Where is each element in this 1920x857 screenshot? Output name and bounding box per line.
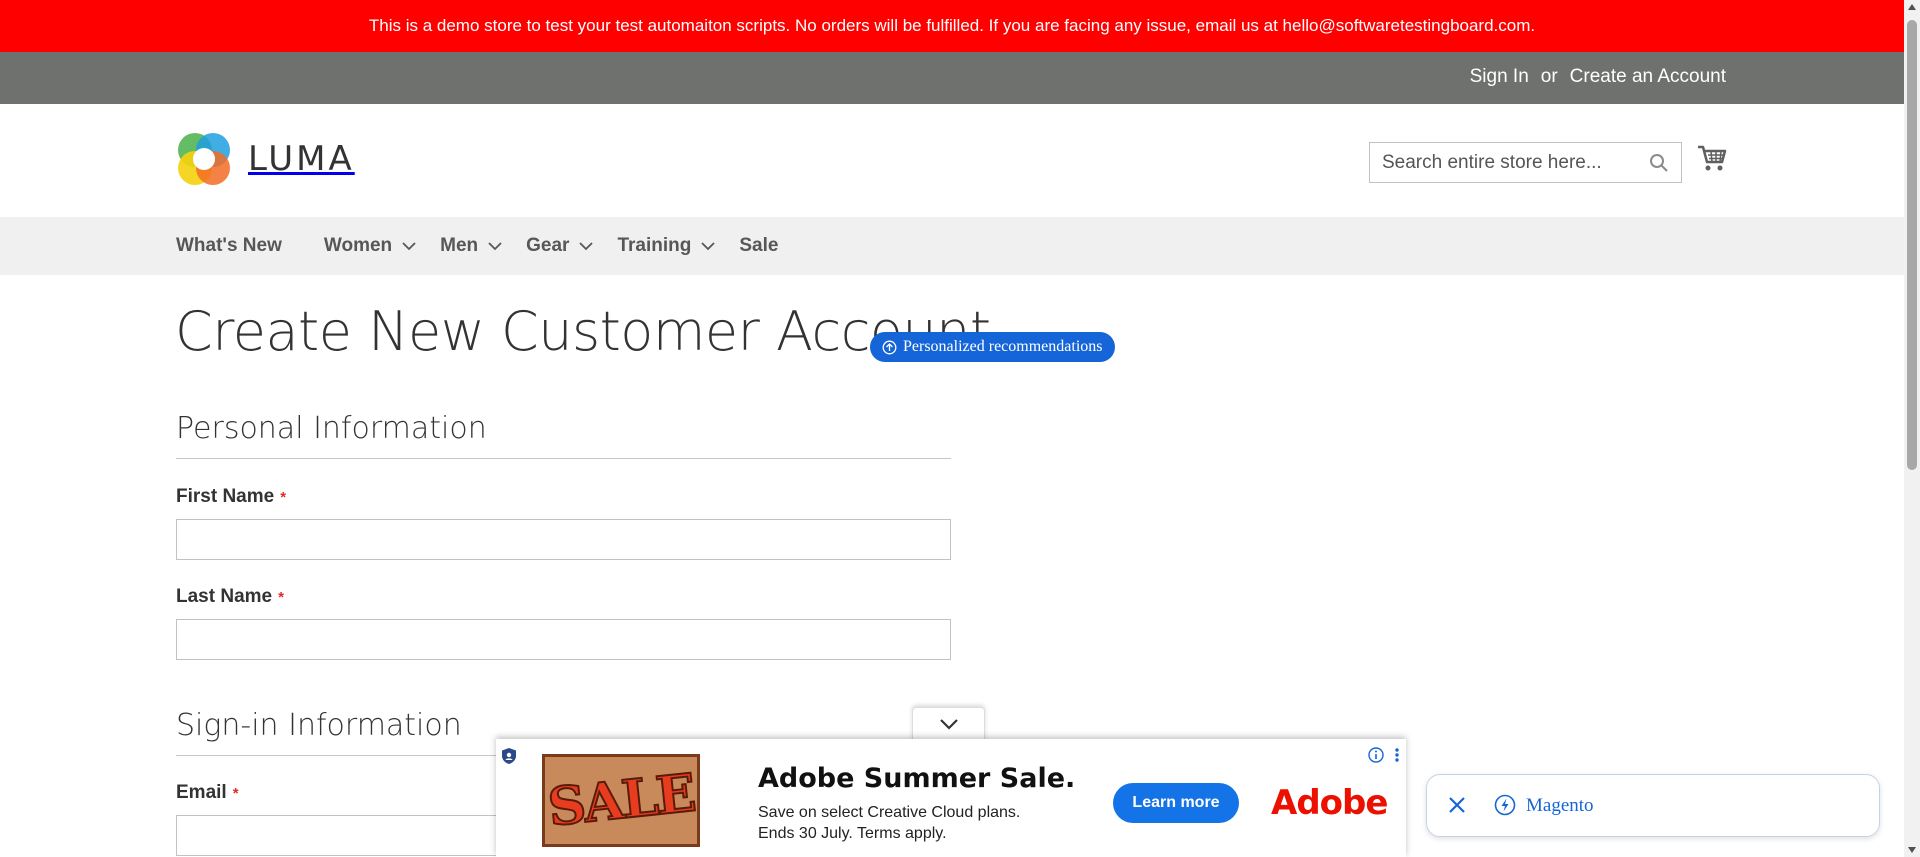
nav-item-training[interactable]: Training	[617, 235, 715, 257]
demo-banner-text: This is a demo store to test your test a…	[368, 16, 1536, 35]
magento-assistant-pill[interactable]: Magento	[1426, 774, 1880, 837]
chevron-down-icon	[488, 235, 502, 257]
magento-label: Magento	[1526, 795, 1594, 816]
required-asterisk: *	[280, 489, 287, 506]
chevron-down-icon	[579, 235, 594, 257]
account-links: Sign In or Create an Account	[1470, 66, 1726, 88]
sale-image-text: SALE	[544, 762, 698, 840]
nav-item-men[interactable]: Men	[440, 235, 502, 257]
first-name-field[interactable]	[176, 519, 951, 560]
luma-logo-icon	[176, 131, 232, 187]
ad-menu-icon[interactable]	[1394, 747, 1400, 768]
nav-item-women[interactable]: Women	[324, 235, 416, 257]
nav-item-label: Men	[440, 235, 479, 256]
scroll-down-arrow-icon[interactable]	[1908, 847, 1916, 853]
ad-info-icon[interactable]	[1368, 747, 1384, 768]
required-asterisk: *	[232, 785, 239, 802]
chevron-down-icon	[701, 235, 715, 257]
page-scrollbar[interactable]	[1904, 0, 1920, 857]
demo-store-banner: This is a demo store to test your test a…	[0, 0, 1904, 52]
learn-more-button[interactable]: Learn more	[1113, 783, 1239, 823]
close-icon[interactable]	[1447, 795, 1467, 820]
first-name-label: First Name *	[176, 486, 286, 508]
ad-collapse-button[interactable]	[912, 707, 985, 741]
bolt-icon	[1494, 794, 1516, 821]
nav-item-label: Training	[617, 235, 692, 256]
page-title: Create New Customer Account	[175, 300, 991, 363]
site-header: LUMA	[0, 104, 1904, 217]
recommendations-label: Personalized recommendations	[903, 338, 1103, 355]
nav-item-label: What's New	[176, 235, 282, 256]
chevron-down-icon	[402, 235, 416, 257]
nav-item-whats-new[interactable]: What's New	[176, 235, 282, 257]
shield-icon	[501, 747, 517, 770]
ad-headline: Adobe Summer Sale.	[758, 763, 1076, 794]
email-label-text: Email	[176, 782, 227, 803]
or-separator: or	[1540, 66, 1558, 87]
chevron-down-icon	[939, 719, 958, 730]
nav-item-label: Women	[323, 235, 393, 256]
last-name-label-text: Last Name	[176, 586, 273, 607]
main-navigation: What's New Women Men Gear Training Sale	[0, 217, 1904, 275]
create-account-link[interactable]: Create an Account	[1570, 66, 1726, 88]
search-box	[1369, 142, 1682, 183]
search-icon[interactable]	[1649, 153, 1669, 178]
nav-item-label: Sale	[739, 235, 779, 256]
last-name-label: Last Name *	[176, 586, 284, 608]
advertisement-banner[interactable]: SALE Adobe Summer Sale. Save on select C…	[496, 739, 1406, 857]
sign-in-link[interactable]: Sign In	[1470, 66, 1529, 88]
last-name-field[interactable]	[176, 619, 951, 660]
first-name-label-text: First Name	[176, 486, 275, 507]
ad-body-text: Save on select Creative Cloud plans. End…	[758, 804, 1021, 842]
nav-item-label: Gear	[526, 235, 570, 256]
nav-item-gear[interactable]: Gear	[526, 235, 594, 257]
required-asterisk: *	[278, 589, 284, 606]
sale-image: SALE	[542, 754, 700, 847]
scroll-up-arrow-icon[interactable]	[1908, 4, 1916, 10]
logo-text: LUMA	[248, 139, 355, 179]
personalized-recommendations-button[interactable]: Personalized recommendations	[870, 332, 1115, 362]
top-header-bar: Sign In or Create an Account	[0, 52, 1904, 104]
email-label: Email *	[176, 782, 239, 804]
plus-circle-icon	[882, 340, 897, 354]
sign-in-information-heading: Sign-in Information	[176, 708, 462, 743]
cart-icon[interactable]	[1697, 144, 1727, 177]
adobe-logo: Adobe	[1271, 783, 1388, 823]
scrollbar-thumb[interactable]	[1907, 20, 1917, 470]
search-input[interactable]	[1382, 151, 1642, 174]
section-divider	[176, 458, 951, 459]
luma-logo[interactable]: LUMA	[176, 131, 355, 187]
nav-item-sale[interactable]: Sale	[739, 235, 778, 257]
personal-information-heading: Personal Information	[176, 411, 487, 446]
